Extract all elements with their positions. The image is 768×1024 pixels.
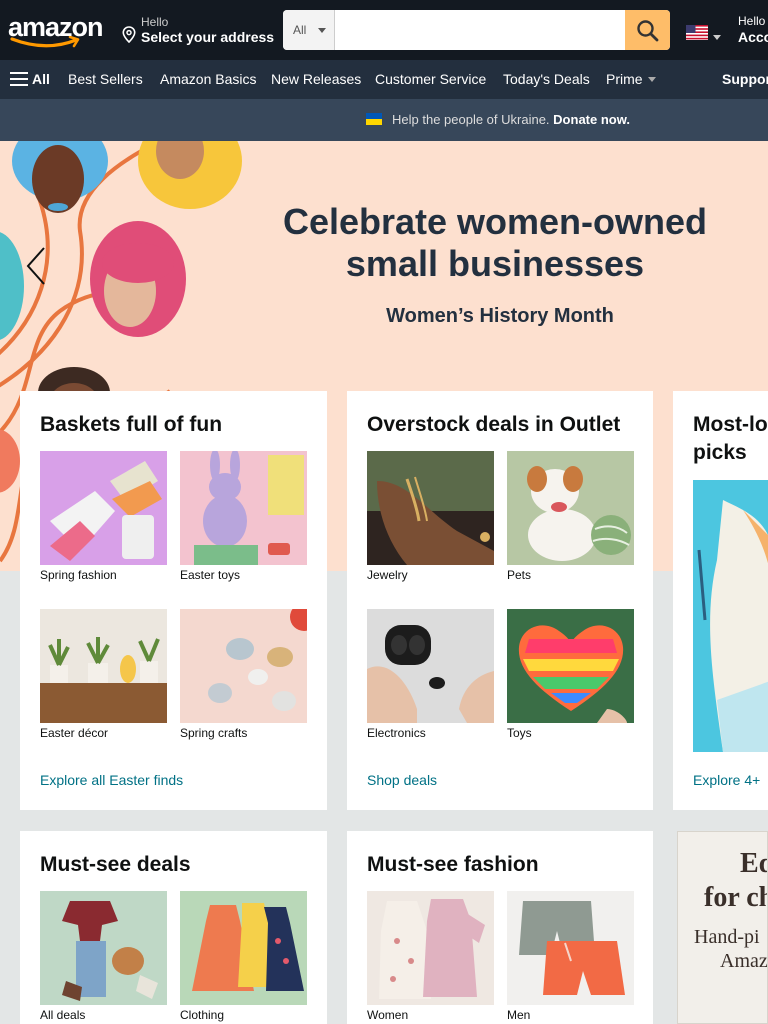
card-title: Most-lo picks	[693, 411, 768, 467]
pets-image	[507, 451, 634, 565]
search-category-label: All	[293, 23, 307, 37]
carousel-prev-icon[interactable]	[24, 246, 46, 286]
all-deals-image	[40, 891, 167, 1005]
search-icon	[637, 20, 659, 42]
card-link[interactable]: Shop deals	[367, 772, 437, 788]
most-loved-image[interactable]	[693, 480, 768, 752]
nav-link-new-releases[interactable]: New Releases	[271, 71, 361, 87]
women-image	[367, 891, 494, 1005]
card-title-line1: Most-lo	[693, 413, 768, 436]
card-link[interactable]: Explore all Easter finds	[40, 772, 183, 788]
all-menu-label: All	[32, 71, 50, 87]
spring-crafts-image	[180, 609, 307, 723]
hero-title: Celebrate women-owned small businesses	[282, 201, 708, 284]
ad-line-2: for ch	[704, 882, 768, 913]
search-category-dropdown[interactable]: All	[283, 10, 335, 50]
tile-caption: Jewelry	[367, 568, 408, 582]
clothing-image	[180, 891, 307, 1005]
ad-line-1: Ed	[740, 848, 767, 879]
card-title-line2: picks	[693, 441, 747, 464]
tile-caption: Electronics	[367, 726, 426, 740]
ukraine-banner-text: Help the people of Ukraine. Donate now.	[366, 112, 630, 127]
tile-caption: Spring fashion	[40, 568, 117, 582]
search-input[interactable]	[335, 10, 625, 50]
tile-caption: Women	[367, 1008, 409, 1022]
location-pin-icon	[122, 26, 136, 43]
amazon-logo[interactable]: amazon	[8, 10, 106, 50]
toys-image	[507, 609, 634, 723]
us-flag-icon[interactable]	[686, 25, 708, 40]
tile-caption: Easter décor	[40, 726, 109, 740]
account-label: Acco	[738, 29, 768, 45]
donate-link[interactable]: Donate now.	[553, 112, 630, 127]
sponsored-ad[interactable]: Ed for ch Hand-pi Amaz	[677, 831, 768, 1024]
search-button[interactable]	[625, 10, 670, 50]
address-hello: Hello	[141, 15, 169, 29]
card-link[interactable]: Explore 4+	[693, 772, 760, 788]
card-title: Baskets full of fun	[40, 413, 223, 436]
hamburger-icon	[10, 72, 28, 86]
hero-subtitle: Women’s History Month	[386, 305, 614, 327]
nav-link-best-sellers[interactable]: Best Sellers	[68, 71, 143, 87]
tile-caption: Pets	[507, 568, 532, 582]
card-title: Must-see fashion	[367, 853, 539, 876]
account-menu[interactable]: Hello Acco	[738, 14, 768, 45]
men-image	[507, 891, 634, 1005]
card-must-see-fashion: Must-see fashion Women Men	[347, 831, 653, 1024]
jewelry-image	[367, 451, 494, 565]
ad-line-3: Hand-pi	[694, 926, 760, 948]
account-hello: Hello	[738, 14, 766, 28]
deliver-to-address[interactable]: Hello Select your address	[122, 14, 277, 48]
tile-caption: Spring crafts	[180, 726, 248, 740]
ukraine-flag-icon	[366, 113, 382, 125]
address-select: Select your address	[141, 29, 275, 45]
language-caret-icon	[713, 35, 721, 40]
tile-caption: Toys	[507, 726, 532, 740]
ukraine-message: Help the people of Ukraine.	[392, 112, 550, 127]
nav-link-amazon-basics[interactable]: Amazon Basics	[160, 71, 256, 87]
spring-fashion-image	[40, 451, 167, 565]
nav-link-customer-service[interactable]: Customer Service	[375, 71, 486, 87]
nav-link-support[interactable]: Suppor	[722, 71, 768, 87]
top-nav: amazon Hello Select your address All Hel…	[0, 0, 768, 60]
tile-caption: Clothing	[180, 1008, 225, 1022]
electronics-image	[367, 609, 494, 723]
card-must-see-deals: Must-see deals All deals Clothing	[20, 831, 327, 1024]
card-title: Overstock deals in Outlet	[367, 413, 621, 436]
smile-arrow-icon	[10, 36, 80, 48]
card-overstock: Overstock deals in Outlet Jewelry Pets E…	[347, 391, 653, 810]
prime-caret-icon	[648, 77, 656, 82]
card-most-loved: Most-lo picks Explore 4+	[673, 391, 768, 810]
easter-toys-image	[180, 451, 307, 565]
search-bar: All	[283, 10, 670, 50]
nav-link-prime[interactable]: Prime	[606, 71, 643, 87]
tile-caption: All deals	[40, 1008, 86, 1022]
caret-down-icon	[318, 28, 326, 33]
tile-caption: Easter toys	[180, 568, 241, 582]
tile-caption: Men	[507, 1008, 531, 1022]
card-baskets: Baskets full of fun Spring fashion Easte…	[20, 391, 327, 810]
ukraine-banner[interactable]: Help the people of Ukraine. Donate now.	[0, 99, 768, 141]
nav-link-todays-deals[interactable]: Today's Deals	[503, 71, 590, 87]
ad-line-4: Amaz	[720, 950, 768, 972]
easter-decor-image	[40, 609, 167, 723]
secondary-nav: All Best Sellers Amazon Basics New Relea…	[0, 60, 768, 99]
card-title: Must-see deals	[40, 853, 191, 876]
